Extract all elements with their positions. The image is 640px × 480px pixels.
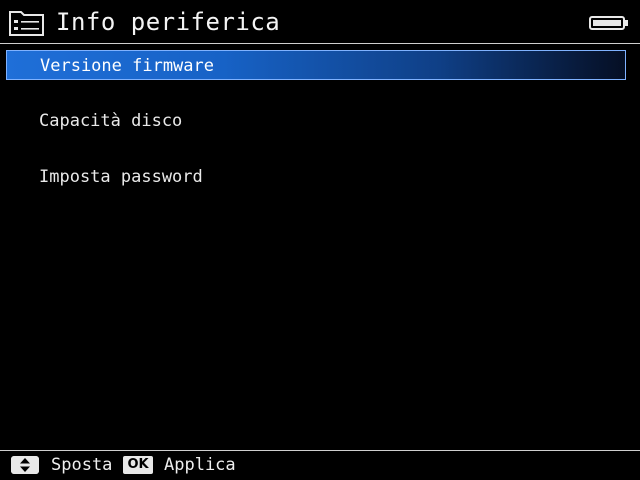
apply-hint-label: Applica [164, 455, 236, 475]
menu-item-firmware-version[interactable]: Versione firmware [6, 50, 626, 80]
footer-bar: Sposta OK Applica [0, 451, 640, 480]
menu-item-label: Capacità disco [39, 111, 183, 131]
page-title: Info periferica [56, 8, 281, 36]
header-divider [0, 43, 640, 44]
menu-item-disk-capacity[interactable]: Capacità disco [6, 106, 626, 136]
menu-item-label: Versione firmware [40, 56, 214, 76]
menu-item-set-password[interactable]: Imposta password [6, 162, 626, 192]
battery-full-icon [589, 16, 628, 30]
folder-settings-icon [9, 11, 44, 36]
up-down-arrows-icon [11, 456, 39, 474]
menu-item-label: Imposta password [39, 167, 203, 187]
header-bar: Info periferica [0, 0, 640, 43]
ok-badge: OK [123, 456, 153, 474]
move-hint-label: Sposta [51, 455, 113, 475]
